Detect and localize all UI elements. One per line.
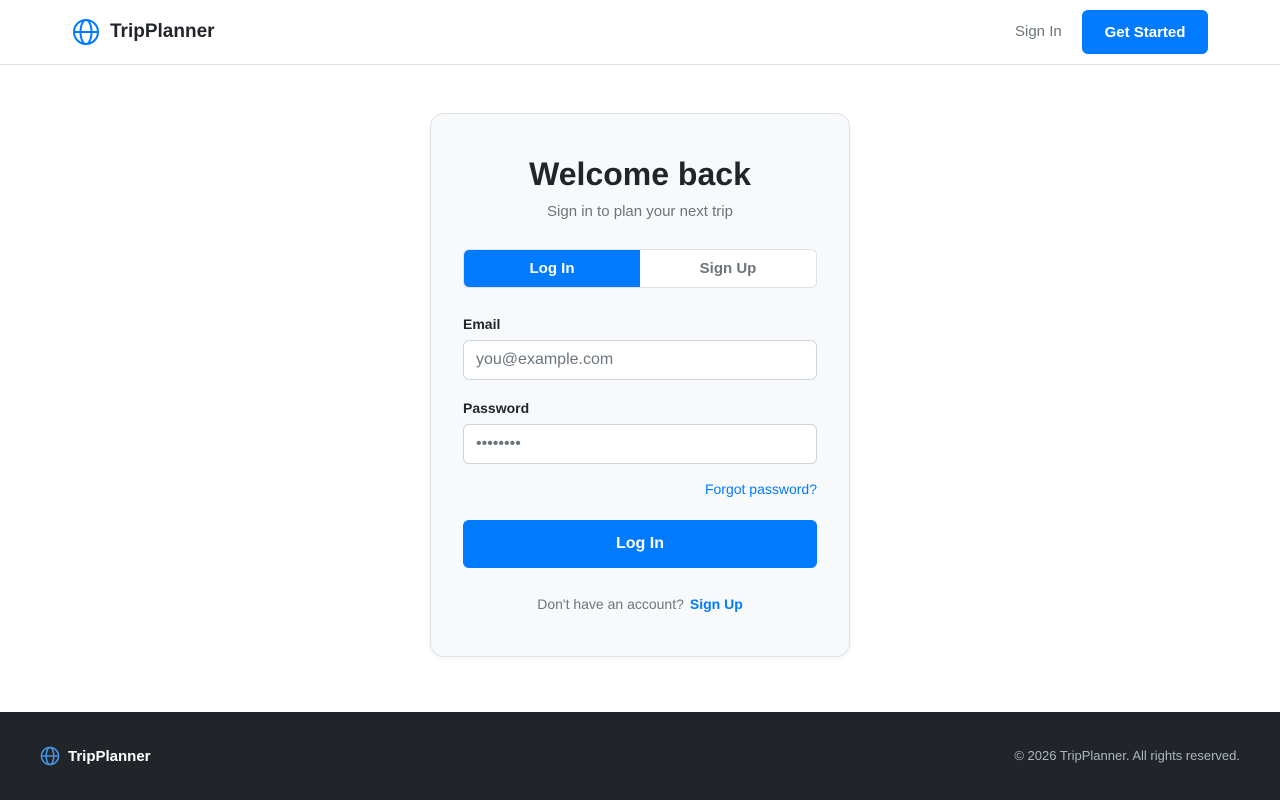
footer-brand-name: TripPlanner <box>68 747 151 765</box>
page-title: Welcome back <box>529 156 751 192</box>
site-footer: TripPlanner © 2026 TripPlanner. All righ… <box>0 712 1280 800</box>
tab-sign-up[interactable]: Sign Up <box>640 250 816 287</box>
signup-prompt: Don't have an account? Sign Up <box>431 594 849 614</box>
log-in-button[interactable]: Log In <box>463 520 817 568</box>
site-header: TripPlanner Sign In Get Started <box>0 0 1280 65</box>
globe-icon <box>72 18 100 46</box>
globe-icon <box>40 746 60 766</box>
brand-logo[interactable]: TripPlanner <box>72 17 215 47</box>
sign-up-link[interactable]: Sign Up <box>690 596 743 612</box>
get-started-button[interactable]: Get Started <box>1082 10 1208 54</box>
no-account-text: Don't have an account? <box>537 596 684 612</box>
nav-sign-in-link[interactable]: Sign In <box>1015 21 1062 43</box>
copyright-text: © 2026 TripPlanner. All rights reserved. <box>1014 748 1240 763</box>
email-field[interactable] <box>463 340 817 380</box>
password-label: Password <box>463 400 530 416</box>
page-subtitle: Sign in to plan your next trip <box>547 203 733 220</box>
password-field[interactable] <box>463 424 817 464</box>
login-card: Welcome back Sign in to plan your next t… <box>430 113 850 657</box>
auth-tabs: Log In Sign Up <box>463 249 817 288</box>
brand-name: TripPlanner <box>110 21 215 42</box>
tab-log-in[interactable]: Log In <box>464 250 640 287</box>
email-label: Email <box>463 316 501 332</box>
forgot-password-link[interactable]: Forgot password? <box>705 480 817 498</box>
footer-brand[interactable]: TripPlanner <box>40 746 151 766</box>
